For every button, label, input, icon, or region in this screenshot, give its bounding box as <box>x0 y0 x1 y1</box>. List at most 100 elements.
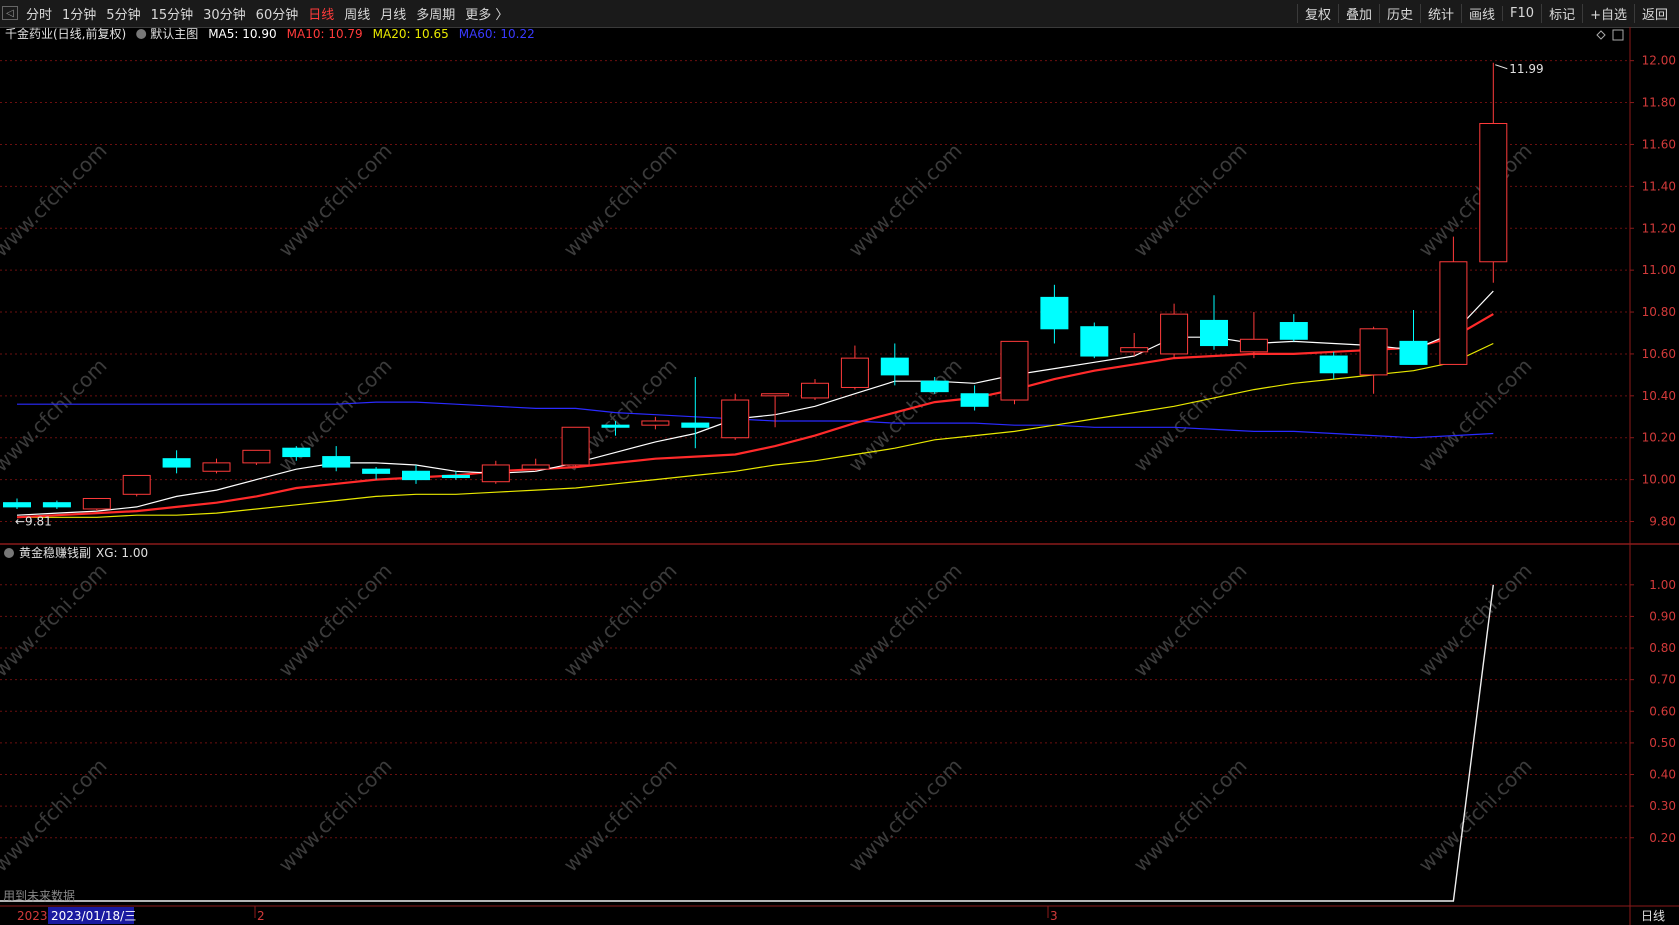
candle-down[interactable] <box>3 502 31 508</box>
ma60-value: MA60: 10.22 <box>459 27 535 41</box>
candle-up[interactable] <box>1439 261 1468 365</box>
watermark-text: www.cfchi.com <box>1129 559 1252 682</box>
watermark-text: www.cfchi.com <box>1414 139 1537 262</box>
diamond-icon[interactable] <box>1596 30 1606 40</box>
candle-up[interactable] <box>202 462 231 472</box>
main-y-tick-label: 11.00 <box>1642 263 1676 277</box>
ma20-line <box>17 342 1494 518</box>
sub-y-tick-label: 0.40 <box>1649 768 1676 782</box>
watermark-text: www.cfchi.com <box>559 754 682 877</box>
candle-down[interactable] <box>601 424 630 428</box>
main-y-tick-label: 11.40 <box>1642 179 1676 193</box>
main-y-tick-label: 10.80 <box>1642 305 1676 319</box>
candle-down[interactable] <box>441 474 470 479</box>
sub-y-tick-label: 0.50 <box>1649 736 1676 750</box>
watermark-text: www.cfchi.com <box>844 754 967 877</box>
candle-down[interactable] <box>1200 319 1228 347</box>
candle-up[interactable] <box>1359 328 1388 376</box>
period-tag: 日线 <box>1641 909 1665 923</box>
low-price-label: ←9.81 <box>15 514 52 528</box>
watermark-text: www.cfchi.com <box>1129 354 1252 477</box>
ma20-value: MA20: 10.65 <box>373 27 449 41</box>
sub-y-tick-label: 0.80 <box>1649 641 1676 655</box>
ma5-value: MA5: 10.90 <box>208 27 276 41</box>
pane-toggle-icon[interactable] <box>1612 29 1624 41</box>
candle-up[interactable] <box>1120 347 1149 353</box>
ma10-line <box>16 313 1494 519</box>
kline-chart[interactable]: 12.00 11.80 11.60 11.40 11.20 11.00 10.80 10.60… <box>0 0 1679 925</box>
candle-up[interactable] <box>641 420 670 426</box>
candle-up[interactable] <box>1160 313 1189 355</box>
candle-up[interactable] <box>721 399 750 439</box>
candle-up[interactable] <box>1479 123 1508 263</box>
watermark-text: www.cfchi.com <box>559 139 682 262</box>
ma60-line <box>17 401 1494 439</box>
watermark-text: www.cfchi.com <box>844 559 967 682</box>
ma5-line <box>16 290 1494 516</box>
main-y-tick-label: 10.40 <box>1642 389 1676 403</box>
candle-up[interactable] <box>82 497 111 510</box>
candle-up[interactable] <box>840 357 869 388</box>
high-marker-arrow <box>1495 64 1508 70</box>
candle-down[interactable] <box>162 458 191 468</box>
watermark-text: www.cfchi.com <box>0 754 112 877</box>
sub-y-tick-label: 0.60 <box>1649 704 1676 718</box>
candle-down[interactable] <box>1399 340 1428 365</box>
candle-down[interactable] <box>362 468 391 474</box>
candle-down[interactable] <box>960 393 989 407</box>
candle-up[interactable] <box>122 474 151 495</box>
main-y-tick-label: 11.60 <box>1642 137 1676 151</box>
indicator-name: 黄金稳赚钱副 <box>19 545 91 560</box>
watermark-text: www.cfchi.com <box>1129 139 1252 262</box>
watermark-text: www.cfchi.com <box>1414 354 1537 477</box>
candle-down[interactable] <box>282 447 311 458</box>
watermark-text: www.cfchi.com <box>274 559 397 682</box>
future-data-note: 用到未来数据 <box>3 888 75 903</box>
stock-title: 千金药业(日线,前复权) <box>5 26 126 41</box>
watermark-text: www.cfchi.com <box>274 754 397 877</box>
watermark-text: www.cfchi.com <box>0 354 112 477</box>
candle-up[interactable] <box>481 464 510 483</box>
candle-down[interactable] <box>1080 326 1109 357</box>
main-y-tick-label: 11.20 <box>1642 221 1676 235</box>
watermark-text: www.cfchi.com <box>0 559 112 682</box>
watermark-text: www.cfchi.com <box>0 139 112 262</box>
month-label: 3 <box>1050 909 1058 923</box>
candle-down[interactable] <box>402 470 430 481</box>
candle-up[interactable] <box>761 393 790 397</box>
sub-y-tick-label: 0.20 <box>1649 831 1676 845</box>
candle-down[interactable] <box>681 422 710 428</box>
candle-down[interactable] <box>1319 355 1348 374</box>
candle-down[interactable] <box>42 502 71 508</box>
candle-down[interactable] <box>920 380 949 393</box>
month-label: 2 <box>257 909 265 923</box>
high-price-label: 11.99 <box>1509 62 1543 76</box>
candle-up[interactable] <box>521 464 550 470</box>
candle-up[interactable] <box>1239 338 1268 353</box>
candle-up[interactable] <box>801 382 829 399</box>
main-y-tick-label: 12.00 <box>1642 54 1676 68</box>
watermark-text: www.cfchi.com <box>1414 559 1537 682</box>
candle-up[interactable] <box>1000 340 1029 401</box>
watermark-text: www.cfchi.com <box>844 139 967 262</box>
candle-down[interactable] <box>880 357 909 376</box>
watermark-text: www.cfchi.com <box>559 559 682 682</box>
indicator-value: XG: 1.00 <box>96 546 148 560</box>
candle-down[interactable] <box>1279 322 1308 340</box>
candle-up[interactable] <box>242 449 271 464</box>
crosshair-date-label: 2023/01/18/三 <box>51 909 136 923</box>
watermark-text: www.cfchi.com <box>274 139 397 262</box>
template-menu-icon[interactable] <box>136 29 147 39</box>
main-y-tick-label: 10.20 <box>1642 431 1676 445</box>
candle-up[interactable] <box>561 426 590 466</box>
indicator-menu-icon[interactable] <box>4 548 14 558</box>
template-name: 默认主图 <box>150 26 198 41</box>
sub-y-tick-label: 1.00 <box>1649 578 1676 592</box>
main-y-tick-label: 10.00 <box>1642 473 1676 487</box>
candle-down[interactable] <box>1040 296 1069 330</box>
main-y-tick-label: 9.80 <box>1649 515 1676 529</box>
candle-down[interactable] <box>322 456 351 468</box>
main-y-tick-label: 11.80 <box>1642 96 1676 110</box>
sub-y-tick-label: 0.90 <box>1649 609 1676 623</box>
watermark-text: www.cfchi.com <box>1414 754 1537 877</box>
